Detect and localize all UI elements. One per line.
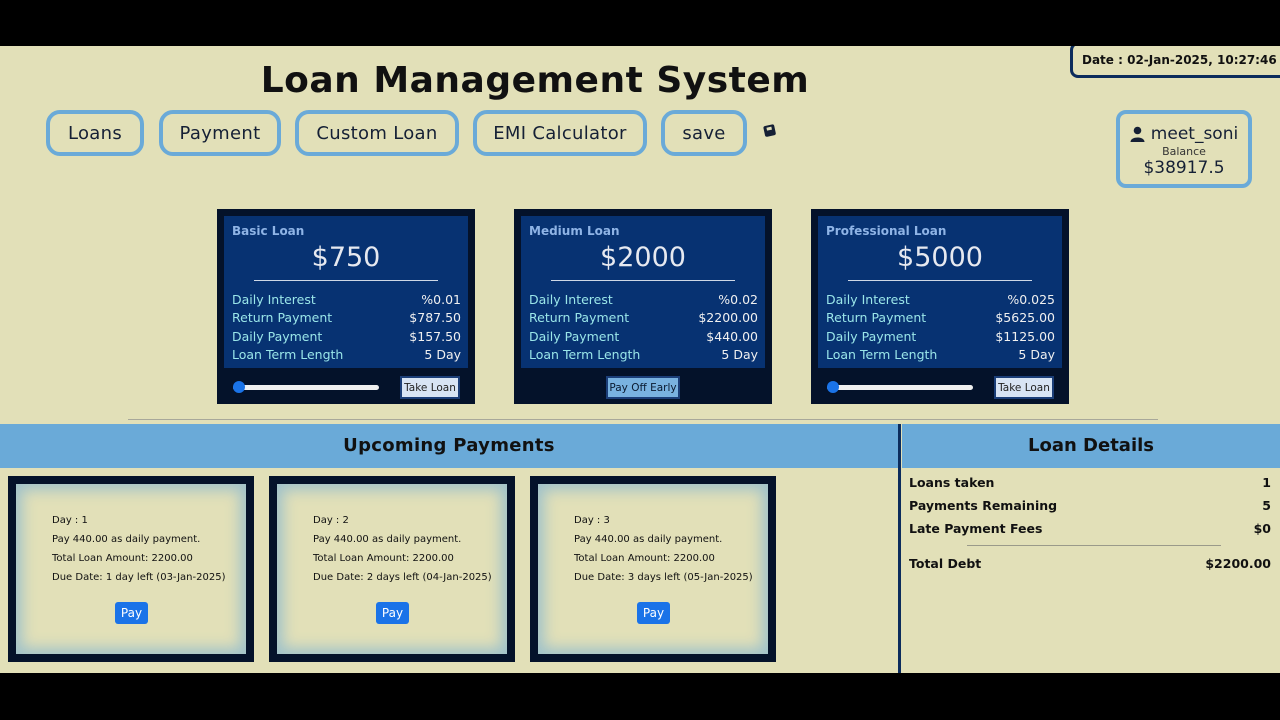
detail-late-fees: Late Payment Fees $0 <box>909 521 1271 536</box>
pay-off-early-button[interactable]: Pay Off Early <box>606 376 680 399</box>
loan-card-medium: Medium Loan $2000 Daily Interest %0.02 Re… <box>514 209 772 404</box>
loan-row-return-payment: Return Payment $5625.00 <box>826 310 1055 326</box>
loan-row-daily-payment: Daily Payment $1125.00 <box>826 328 1055 344</box>
loan-row-term-length: Loan Term Length 5 Day <box>826 347 1055 363</box>
loan-row-daily-interest: Daily Interest %0.025 <box>826 292 1055 307</box>
user-icon <box>1130 126 1145 142</box>
take-loan-button[interactable]: Take Loan <box>400 376 460 399</box>
loan-amount-slider-track[interactable] <box>233 385 379 390</box>
take-loan-button[interactable]: Take Loan <box>994 376 1054 399</box>
payment-total-text: Total Loan Amount: 2200.00 <box>574 553 715 564</box>
loan-amount: $750 <box>311 242 381 273</box>
emi-calculator-button[interactable]: EMI Calculator <box>473 110 647 156</box>
loan-amount: $5000 <box>897 242 983 273</box>
loan-row-term-length: Loan Term Length 5 Day <box>529 347 758 363</box>
pay-button[interactable]: Pay <box>637 602 670 624</box>
save-file-icon[interactable] <box>762 122 778 138</box>
loan-details-header: Loan Details <box>902 424 1280 468</box>
payment-day: Day : 2 <box>313 515 349 526</box>
user-account-panel[interactable]: meet_soni Balance $38917.5 <box>1116 110 1252 188</box>
page-title: Loan Management System <box>260 60 810 101</box>
pay-button[interactable]: Pay <box>115 602 148 624</box>
payment-amount-text: Pay 440.00 as daily payment. <box>52 534 201 545</box>
loan-divider <box>254 280 438 281</box>
date-display: Date : 02-Jan-2025, 10:27:46 AM <box>1070 46 1280 78</box>
loan-row-daily-payment: Daily Payment $157.50 <box>232 328 461 344</box>
payment-day: Day : 3 <box>574 515 610 526</box>
payment-day: Day : 1 <box>52 515 88 526</box>
panel-divider <box>898 424 901 673</box>
loan-card-professional: Professional Loan $5000 Daily Interest %0… <box>811 209 1069 404</box>
section-divider <box>128 419 1158 420</box>
loan-row-return-payment: Return Payment $2200.00 <box>529 310 758 326</box>
payment-button[interactable]: Payment <box>159 110 281 156</box>
loan-divider <box>848 280 1032 281</box>
loan-row-daily-interest: Daily Interest %0.02 <box>529 292 758 307</box>
loans-button[interactable]: Loans <box>46 110 144 156</box>
app-window: Loan Management System Date : 02-Jan-202… <box>0 46 1280 673</box>
save-button[interactable]: save <box>661 110 747 156</box>
detail-payments-remaining: Payments Remaining 5 <box>909 498 1271 513</box>
loan-amount-slider-thumb[interactable] <box>233 381 245 393</box>
pay-button[interactable]: Pay <box>376 602 409 624</box>
detail-loans-taken: Loans taken 1 <box>909 475 1271 490</box>
detail-total-debt: Total Debt $2200.00 <box>909 556 1271 571</box>
loan-details-list: Loans taken 1 Payments Remaining 5 Late Pa… <box>909 471 1271 575</box>
loan-row-term-length: Loan Term Length 5 Day <box>232 347 461 363</box>
payment-card: Day : 3 Pay 440.00 as daily payment. Tot… <box>530 476 776 662</box>
loan-name: Professional Loan <box>826 224 947 238</box>
upcoming-payments-header: Upcoming Payments <box>0 424 898 468</box>
loan-amount-slider-thumb[interactable] <box>827 381 839 393</box>
username: meet_soni <box>1150 124 1239 144</box>
loan-divider <box>551 280 735 281</box>
loan-name: Medium Loan <box>529 224 620 238</box>
payment-amount-text: Pay 440.00 as daily payment. <box>574 534 723 545</box>
balance-label: Balance <box>1162 145 1206 158</box>
loan-row-daily-interest: Daily Interest %0.01 <box>232 292 461 307</box>
details-divider <box>967 545 1221 546</box>
payment-due-text: Due Date: 3 days left (05-Jan-2025) <box>574 572 753 583</box>
payment-total-text: Total Loan Amount: 2200.00 <box>313 553 454 564</box>
payment-card: Day : 1 Pay 440.00 as daily payment. Tot… <box>8 476 254 662</box>
loan-amount-slider-track[interactable] <box>827 385 973 390</box>
custom-loan-button[interactable]: Custom Loan <box>295 110 459 156</box>
loan-amount: $2000 <box>600 242 686 273</box>
loan-row-daily-payment: Daily Payment $440.00 <box>529 328 758 344</box>
loan-row-return-payment: Return Payment $787.50 <box>232 310 461 326</box>
payment-amount-text: Pay 440.00 as daily payment. <box>313 534 462 545</box>
payment-due-text: Due Date: 2 days left (04-Jan-2025) <box>313 572 492 583</box>
balance-value: $38917.5 <box>1143 158 1225 178</box>
payment-due-text: Due Date: 1 day left (03-Jan-2025) <box>52 572 226 583</box>
loan-name: Basic Loan <box>232 224 305 238</box>
loan-card-basic: Basic Loan $750 Daily Interest %0.01 Retu… <box>217 209 475 404</box>
payment-total-text: Total Loan Amount: 2200.00 <box>52 553 193 564</box>
payment-card: Day : 2 Pay 440.00 as daily payment. Tot… <box>269 476 515 662</box>
